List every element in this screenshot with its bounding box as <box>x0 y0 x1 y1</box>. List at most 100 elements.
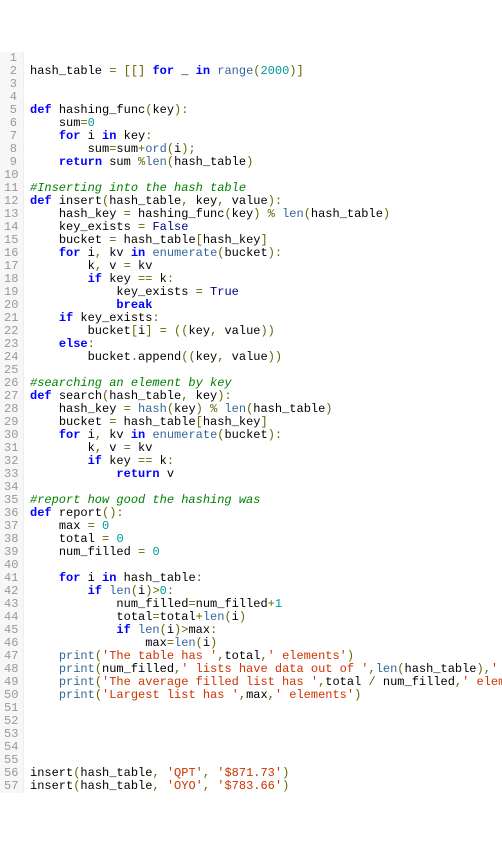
line-number: 56 <box>4 767 17 780</box>
code-line[interactable]: bucket.append((key, value)) <box>30 351 502 364</box>
token-fn: insert <box>59 194 102 208</box>
token-nm: key_exists <box>73 311 152 325</box>
token-nm: num_filled <box>59 545 138 559</box>
token-kw: in <box>196 64 210 78</box>
token-nm: hashing_func <box>131 207 225 221</box>
token-pn: ( <box>73 779 80 793</box>
token-nm: hash_table <box>80 766 152 780</box>
token-nm: append <box>138 350 181 364</box>
token-cm: #searching an element by key <box>30 376 232 390</box>
token-nm: i <box>80 246 94 260</box>
code-line[interactable]: hash_table = [[] for _ in range(2000)] <box>30 65 502 78</box>
code-content[interactable]: hash_table = [[] for _ in range(2000)] d… <box>24 52 502 793</box>
token-kw: for <box>152 64 174 78</box>
token-nm <box>152 324 159 338</box>
token-num: 1 <box>275 597 282 611</box>
token-nm <box>260 207 267 221</box>
code-line[interactable] <box>30 741 502 754</box>
token-pn: ), <box>477 662 491 676</box>
token-str: ' total' <box>491 662 502 676</box>
token-nm: hash_table <box>116 233 195 247</box>
token-nm <box>95 519 102 533</box>
token-pn: ( <box>95 649 102 663</box>
token-nm: kv <box>131 441 153 455</box>
token-str: ' elements' <box>462 675 502 689</box>
token-nm <box>275 207 282 221</box>
token-pn: (): <box>102 506 124 520</box>
token-nm: num_filled <box>376 675 455 689</box>
token-kw: def <box>30 389 52 403</box>
line-number-gutter: 1234567891011121314151617181920212223242… <box>0 52 24 793</box>
token-str: ' elements' <box>268 649 347 663</box>
token-op: == <box>138 454 152 468</box>
token-pn: ) <box>354 688 361 702</box>
token-bi: hash <box>138 402 167 416</box>
token-nm: bucket <box>88 350 131 364</box>
code-line[interactable] <box>30 78 502 91</box>
token-num: 0 <box>160 584 167 598</box>
token-pn: ): <box>268 428 282 442</box>
token-bi: len <box>138 623 160 637</box>
code-line[interactable]: num_filled = 0 <box>30 546 502 559</box>
token-pn: , <box>95 441 109 455</box>
code-line[interactable]: insert(hash_table, 'OYO', '$783.66') <box>30 780 502 793</box>
token-nm: total <box>59 532 102 546</box>
code-line[interactable]: print('Largest list has ',max,' elements… <box>30 689 502 702</box>
token-pn: ( <box>167 142 174 156</box>
token-nm: v <box>160 467 174 481</box>
token-op: = <box>124 402 131 416</box>
token-nm: hash_table <box>116 415 195 429</box>
token-nm: sum <box>88 142 110 156</box>
token-op: = <box>124 259 131 273</box>
token-nm: _ <box>174 64 196 78</box>
token-op: + <box>196 610 203 624</box>
token-nm: sum <box>102 155 138 169</box>
token-nm: hash_table <box>109 194 181 208</box>
line-number: 57 <box>4 780 17 793</box>
token-kw: if <box>116 623 130 637</box>
token-bi: range <box>217 64 253 78</box>
token-nm: hash_table <box>109 389 181 403</box>
token-bi: print <box>59 649 95 663</box>
token-str: ' elements' <box>275 688 354 702</box>
token-op: > <box>152 584 159 598</box>
token-nm: value <box>232 350 268 364</box>
code-line[interactable]: def hashing_func(key): <box>30 104 502 117</box>
code-editor[interactable]: 1234567891011121314151617181920212223242… <box>0 52 502 793</box>
token-bi: enumerate <box>152 428 217 442</box>
code-line[interactable]: return v <box>30 468 502 481</box>
token-str: 'QPT' <box>167 766 203 780</box>
token-nm: sum <box>116 142 138 156</box>
token-nm: k <box>152 272 166 286</box>
token-bi: len <box>376 662 398 676</box>
token-nm: v <box>109 441 123 455</box>
token-kw: def <box>30 506 52 520</box>
code-line[interactable]: bucket[i] = ((key, value)) <box>30 325 502 338</box>
code-line[interactable] <box>30 715 502 728</box>
token-bi: enumerate <box>152 246 217 260</box>
token-pn: ( <box>160 623 167 637</box>
token-pn: ] <box>260 233 267 247</box>
token-nm: key_exists <box>116 285 195 299</box>
line-number: 54 <box>4 741 17 754</box>
token-fn: hashing_func <box>59 103 145 117</box>
token-num: 2000 <box>260 64 289 78</box>
token-pn: , <box>217 194 231 208</box>
token-str: '$783.66' <box>217 779 282 793</box>
token-str: 'OYO' <box>167 779 203 793</box>
token-pn: ) <box>282 779 289 793</box>
code-line[interactable] <box>30 728 502 741</box>
code-line[interactable] <box>30 702 502 715</box>
token-nm: max <box>59 519 88 533</box>
token-op: = <box>160 324 167 338</box>
token-pn: , <box>152 779 166 793</box>
token-kw: in <box>102 571 116 585</box>
token-nm: k <box>88 259 95 273</box>
token-kw: in <box>102 129 116 143</box>
token-fn: search <box>59 389 102 403</box>
code-line[interactable]: return sum %len(hash_table) <box>30 156 502 169</box>
token-nm: key <box>188 324 210 338</box>
token-pn: ); <box>181 142 195 156</box>
token-cm: #Inserting into the hash table <box>30 181 246 195</box>
token-op: % <box>268 207 275 221</box>
